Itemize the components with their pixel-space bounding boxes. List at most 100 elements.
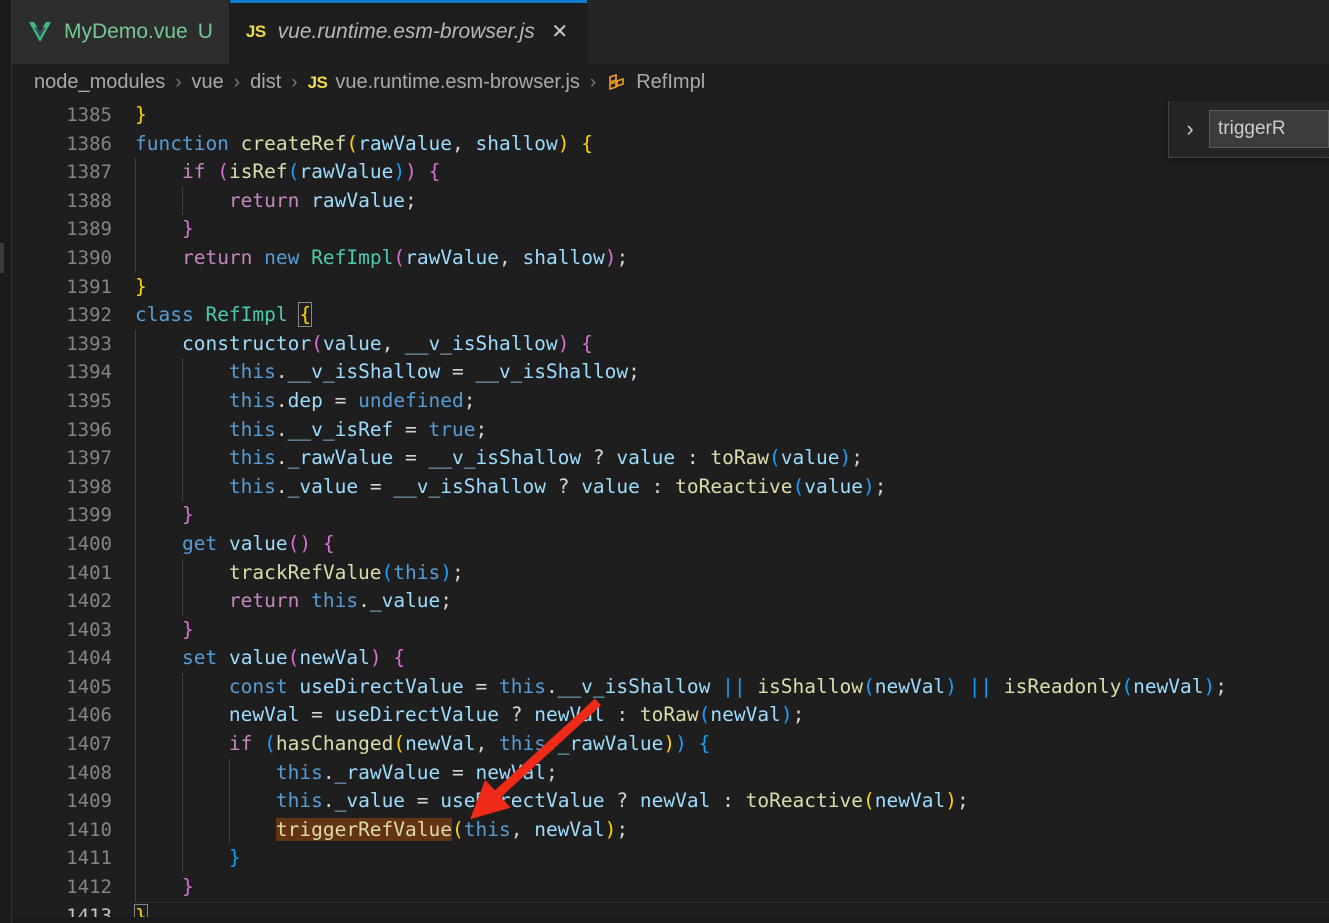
vscode-window: MyDemo.vue U JS vue.runtime.esm-browser.… [0, 0, 1329, 923]
code-line[interactable]: 1388 return rawValue; [0, 186, 1329, 216]
code-tokens: this.__v_isShallow = __v_isShallow; [135, 358, 1329, 387]
code-line-content: } [135, 215, 1329, 244]
gutter-spacer [112, 616, 135, 645]
breadcrumb-item-symbol-refimpl[interactable]: RefImpl [606, 71, 705, 94]
gutter-spacer [112, 330, 135, 359]
code-line[interactable]: 1402 return this._value; [0, 587, 1329, 616]
find-widget[interactable]: › [1168, 101, 1329, 158]
gutter-spacer [112, 215, 135, 244]
code-editor[interactable]: 1385} 1386 function createRef(rawValue, sh… [0, 101, 1329, 923]
code-line[interactable]: 1385} [0, 101, 1329, 130]
code-token: this [275, 760, 323, 784]
tab-vue-runtime-esm-browser-js[interactable]: JS vue.runtime.esm-browser.js ✕ [229, 0, 588, 64]
code-line[interactable]: 1407 if (hasChanged(newVal, this._rawVal… [0, 730, 1329, 759]
code-token: ) [945, 789, 957, 813]
code-line[interactable]: 1386 function createRef(rawValue, shallow… [0, 130, 1329, 159]
code-line[interactable]: 1409 this._value = useDirectValue ? newV… [0, 787, 1329, 816]
code-line-content: this.__v_isShallow = __v_isShallow; [135, 358, 1329, 387]
code-token: shallow [475, 131, 558, 155]
gutter-spacer [112, 644, 135, 673]
code-token: ( [264, 732, 276, 756]
breadcrumb-label: vue.runtime.esm-browser.js [335, 71, 580, 93]
code-token: __v_isShallow [475, 360, 629, 384]
code-line[interactable]: 1391} [0, 273, 1329, 302]
code-line-content: constructor(value, __v_isShallow) { [135, 329, 1329, 359]
code-token: value [228, 531, 288, 555]
breadcrumb-item-vue[interactable]: vue [192, 71, 224, 94]
code-line[interactable]: 1394 this.__v_isShallow = __v_isShallow; [0, 358, 1329, 387]
code-line[interactable]: 1398 this._value = __v_isShallow ? value… [0, 472, 1329, 502]
code-line[interactable]: 1395 this.dep = undefined; [0, 386, 1329, 416]
gutter-spacer [112, 473, 135, 502]
code-token: || [968, 674, 993, 698]
code-token: dep [287, 388, 323, 412]
code-token: rawValue [358, 131, 453, 155]
code-line-content: trackRefValue(this); [135, 558, 1329, 588]
code-token: value [616, 446, 676, 470]
code-tokens: } [135, 844, 1329, 873]
code-token: isRef [228, 160, 288, 184]
line-number: 1386 [66, 132, 112, 155]
code-line[interactable]: 1408 this._rawValue = newVal; [0, 758, 1329, 788]
code-token: { [322, 531, 335, 555]
code-tokens: if (hasChanged(newVal, this._rawValue)) … [135, 730, 1329, 759]
code-token: = [299, 703, 335, 727]
code-line[interactable]: 1393 constructor(value, __v_isShallow) { [0, 329, 1329, 359]
line-number: 1404 [66, 647, 112, 670]
code-token: ; [792, 703, 805, 727]
breadcrumb-item-node-modules[interactable]: node_modules [34, 71, 165, 94]
code-line[interactable]: 1406 newVal = useDirectValue ? newVal : … [0, 701, 1329, 731]
breadcrumb-item-file[interactable]: JS vue.runtime.esm-browser.js [308, 71, 580, 94]
code-line[interactable]: 1410 triggerRefValue(this, newVal); [0, 815, 1329, 845]
code-token: this [498, 674, 546, 698]
code-line[interactable]: 1411 } [0, 844, 1329, 874]
code-token: ( [393, 245, 406, 269]
code-line[interactable]: 1404 set value(newVal) { [0, 644, 1329, 673]
code-token: newVal [874, 789, 946, 813]
tab-mydemo-vue[interactable]: MyDemo.vue U [12, 0, 230, 64]
code-token: ( [287, 646, 300, 670]
gutter-spacer [112, 387, 135, 416]
line-number: 1393 [66, 332, 112, 355]
code-token: ; [874, 474, 887, 498]
code-line[interactable]: 1390 return new RefImpl(rawValue, shallo… [0, 243, 1329, 273]
gutter-spacer [112, 816, 135, 845]
code-line[interactable]: 1399 } [0, 501, 1329, 530]
code-token: this [499, 732, 546, 756]
code-line[interactable]: 1403 } [0, 615, 1329, 645]
code-line[interactable]: 1389 } [0, 215, 1329, 244]
code-tokens: class RefImpl { [135, 301, 1329, 330]
code-token: ; [628, 360, 640, 384]
code-token: this [228, 417, 276, 441]
code-token: } [181, 875, 194, 899]
find-input[interactable] [1209, 110, 1329, 148]
code-token: toRaw [639, 703, 699, 727]
code-line[interactable]: 1412 } [0, 873, 1329, 902]
code-token: value [804, 474, 863, 498]
code-line[interactable]: 1405 const useDirectValue = this.__v_isS… [0, 672, 1329, 702]
code-line[interactable]: 1400 get value() { [0, 529, 1329, 559]
breadcrumb-item-dist[interactable]: dist [250, 71, 281, 94]
code-line[interactable]: 1387 if (isRef(rawValue)) { [0, 158, 1329, 187]
code-token: ) [557, 331, 570, 355]
code-line[interactable]: 1397 this._rawValue = __v_isShallow ? va… [0, 444, 1329, 473]
code-token: hasChanged [275, 732, 394, 756]
chevron-right-icon[interactable]: › [1177, 109, 1203, 149]
code-line[interactable]: 1396 this.__v_isRef = true; [0, 415, 1329, 445]
code-line[interactable]: 1392 class RefImpl { [0, 301, 1329, 330]
code-token: ) [604, 245, 617, 269]
code-token: ( [346, 131, 359, 155]
code-token: : [710, 789, 746, 813]
code-token: _rawValue [557, 732, 664, 756]
close-icon[interactable]: ✕ [549, 21, 571, 43]
code-token: ? [545, 474, 582, 498]
code-line[interactable]: 1401 trackRefValue(this); [0, 558, 1329, 588]
gutter-spacer [112, 844, 135, 873]
